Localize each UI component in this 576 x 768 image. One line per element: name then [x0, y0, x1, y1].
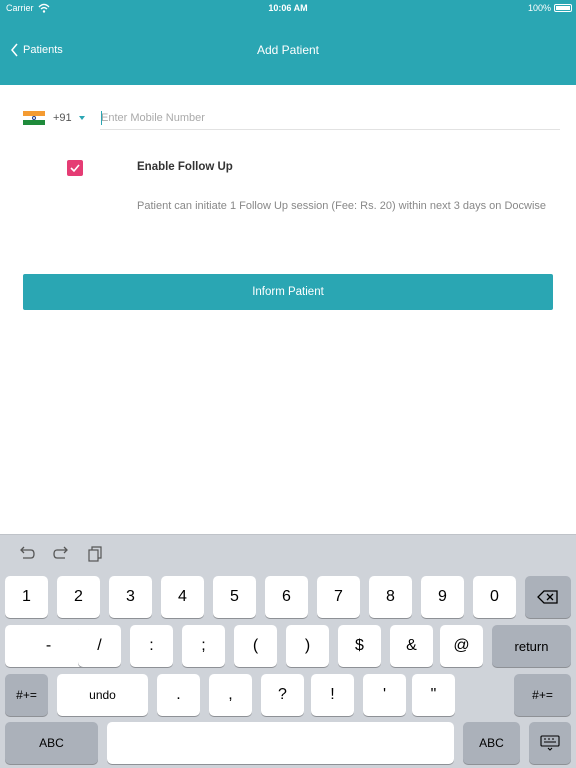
mobile-number-input[interactable]: [100, 106, 560, 130]
backspace-icon: [537, 590, 558, 604]
follow-up-description: Patient can initiate 1 Follow Up session…: [137, 200, 547, 212]
symbols-key-left[interactable]: #+=: [5, 674, 48, 716]
return-key[interactable]: return: [492, 625, 571, 667]
enable-follow-up-checkbox[interactable]: [67, 160, 83, 176]
india-flag-icon[interactable]: [23, 111, 45, 125]
app-header: Carrier 10:06 AM 100% Patients Add Patie…: [0, 0, 576, 85]
phone-number-row: +91: [23, 106, 560, 130]
key-7[interactable]: 7: [317, 576, 360, 618]
page-title: Add Patient: [256, 43, 320, 57]
undo-key[interactable]: undo: [57, 674, 148, 716]
key-open-paren[interactable]: (: [234, 625, 277, 667]
key-ampersand[interactable]: &: [390, 625, 433, 667]
checkmark-icon: [70, 164, 80, 173]
keyboard-shortcut-bar: [0, 535, 576, 575]
key-5[interactable]: 5: [213, 576, 256, 618]
abc-key-left[interactable]: ABC: [5, 722, 98, 764]
key-period[interactable]: .: [157, 674, 200, 716]
battery-icon: [554, 4, 572, 12]
country-code[interactable]: +91: [53, 112, 72, 124]
key-question[interactable]: ?: [261, 674, 304, 716]
key-quote[interactable]: ": [412, 674, 455, 716]
dropdown-arrow-icon[interactable]: [79, 116, 85, 120]
key-close-paren[interactable]: ): [286, 625, 329, 667]
key-6[interactable]: 6: [265, 576, 308, 618]
redo-icon[interactable]: [52, 546, 70, 562]
inform-patient-button[interactable]: Inform Patient: [23, 274, 553, 310]
key-1[interactable]: 1: [5, 576, 48, 618]
key-dollar[interactable]: $: [338, 625, 381, 667]
key-comma[interactable]: ,: [209, 674, 252, 716]
clock: 10:06 AM: [268, 3, 308, 13]
space-bar[interactable]: [107, 722, 454, 764]
undo-icon[interactable]: [18, 546, 36, 562]
abc-key-right[interactable]: ABC: [463, 722, 520, 764]
key-semicolon[interactable]: ;: [182, 625, 225, 667]
numeric-keyboard: 1 2 3 4 5 6 7 8 9 0 - / : ; ( ) $ & @ re…: [0, 534, 576, 768]
dismiss-keyboard-key[interactable]: [529, 722, 571, 764]
keyboard-hide-icon: [540, 735, 560, 751]
follow-up-label: Enable Follow Up: [137, 161, 233, 173]
paste-icon[interactable]: [86, 546, 104, 562]
key-at[interactable]: @: [440, 625, 483, 667]
key-3[interactable]: 3: [109, 576, 152, 618]
key-9[interactable]: 9: [421, 576, 464, 618]
key-4[interactable]: 4: [161, 576, 204, 618]
key-apostrophe[interactable]: ': [363, 674, 406, 716]
text-caret: [101, 111, 102, 125]
add-patient-screen: Carrier 10:06 AM 100% Patients Add Patie…: [0, 0, 576, 768]
key-slash[interactable]: /: [78, 625, 121, 667]
key-colon[interactable]: :: [130, 625, 173, 667]
delete-key[interactable]: [525, 576, 571, 618]
key-8[interactable]: 8: [369, 576, 412, 618]
battery-percent: 100%: [527, 3, 551, 13]
status-bar: Carrier 10:06 AM 100%: [0, 0, 576, 18]
key-exclamation[interactable]: !: [311, 674, 354, 716]
symbols-key-right[interactable]: #+=: [514, 674, 571, 716]
key-2[interactable]: 2: [57, 576, 100, 618]
key-0[interactable]: 0: [473, 576, 516, 618]
